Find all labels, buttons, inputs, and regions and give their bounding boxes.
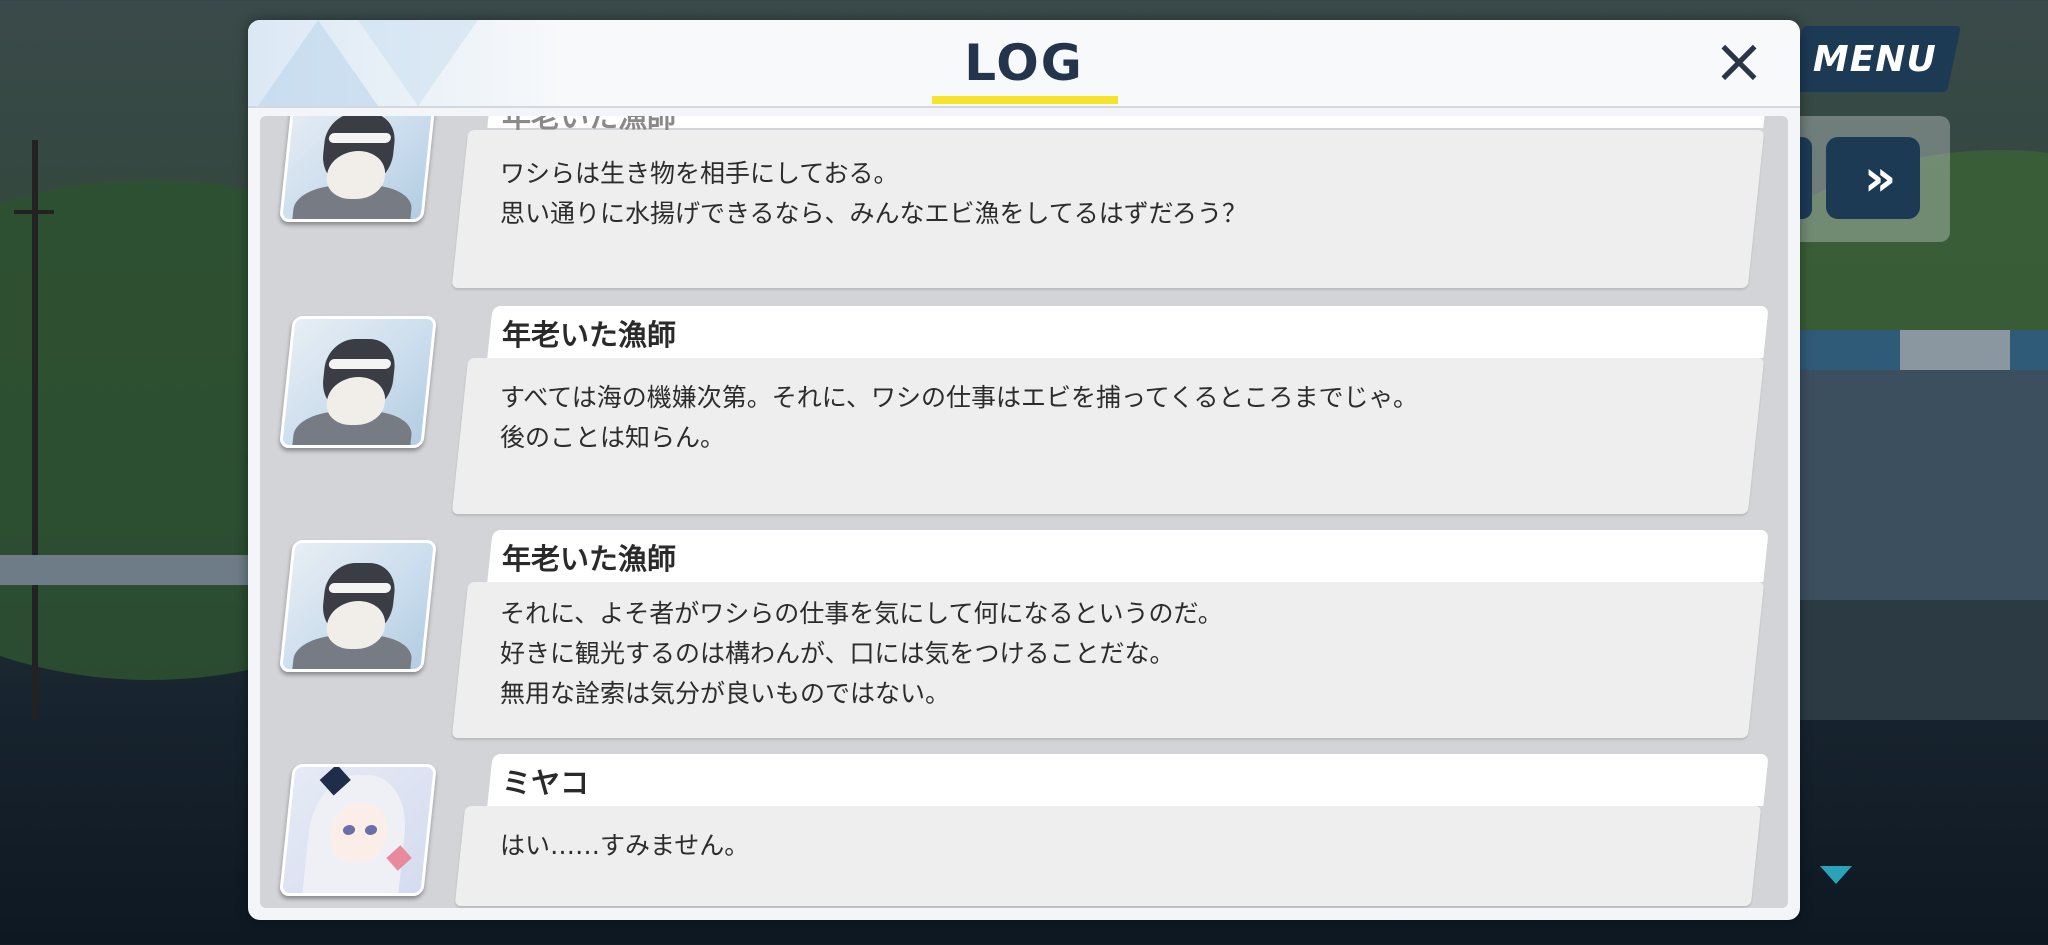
message-text: それに、よそ者がワシらの仕事を気にして何になるというのだ。 好きに観光するのは構… [500,599,1223,708]
dialog-header: LOG × [248,20,1800,108]
old-fisherman-avatar [279,316,437,448]
old-fisherman-avatar [279,116,437,222]
miyako-avatar [279,764,437,896]
speaker-name-box [487,116,1769,128]
log-scroll-area[interactable]: 年老いた漁師 ワシらは生き物を相手にしておる。 思い通りに水揚げできるなら、みん… [260,116,1788,908]
title-underline [932,96,1118,104]
dialog-title: LOG [964,34,1084,92]
message-text: はい……すみません。 [500,831,750,860]
fast-forward-button[interactable]: » [1826,137,1920,219]
old-fisherman-avatar [279,540,437,672]
message-text: すべては海の機嫌次第。それに、ワシの仕事はエビを捕ってくるところまでじゃ。 後の… [500,383,1419,452]
speaker-name-box [487,754,1769,806]
speaker-name: ミヤコ [502,766,590,800]
menu-button[interactable]: MENU [1788,26,1962,92]
speaker-name: 年老いた漁師 [502,542,677,576]
speaker-name: 年老いた漁師 [502,318,677,352]
speaker-name-box [487,530,1769,582]
speaker-name-box [487,306,1769,358]
message-text: ワシらは生き物を相手にしておる。 思い通りに水揚げできるなら、みんなエビ漁をして… [500,159,1248,228]
close-icon[interactable]: × [1710,30,1768,92]
menu-label: MENU [1813,38,1937,80]
log-dialog: LOG × 年老いた漁師 ワシらは生き物を相手にしておる。 思い通りに水揚げでき… [248,20,1800,920]
fast-forward-icon: » [1863,149,1897,207]
scroll-down-icon[interactable] [1820,866,1852,884]
